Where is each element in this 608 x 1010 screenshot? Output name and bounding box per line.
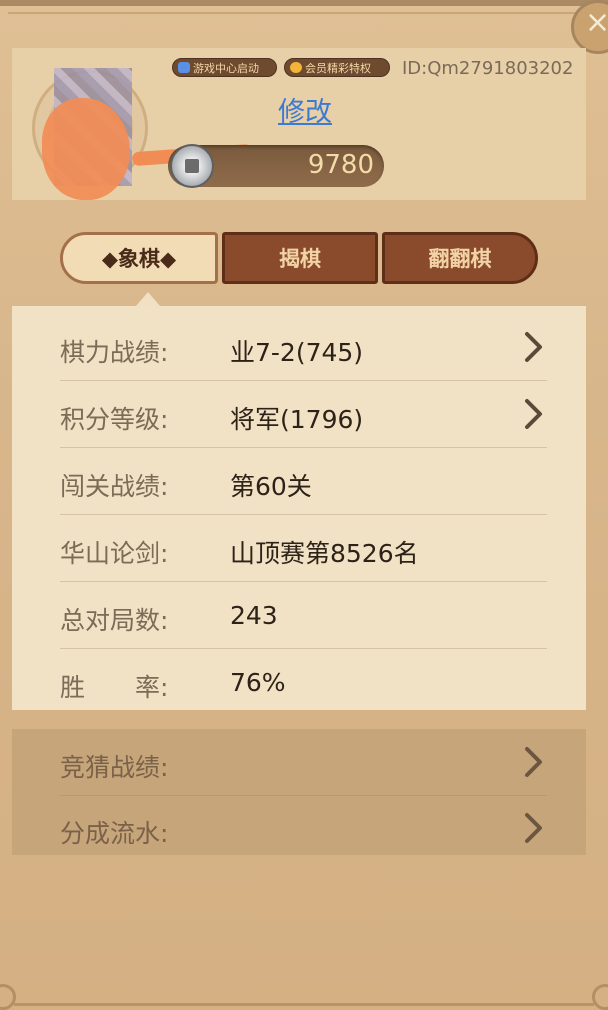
tab-fanfanqi[interactable]: 翻翻棋 [382,232,538,284]
stat-label: 棋力战绩: [60,338,169,367]
stat-label: 竞猜战绩: [60,753,169,782]
chevron-right-icon [525,813,542,843]
game-center-badge[interactable]: 游戏中心启动 [172,58,277,77]
tab-pointer [136,292,160,306]
edit-link[interactable]: 修改 [278,90,332,129]
stat-label: 积分等级: [60,405,169,434]
stat-row-revenue[interactable]: 分成流水: [60,795,547,862]
stat-row-total-games: 总对局数: 243 [60,582,547,649]
stat-label: 华山论剑: [60,539,169,568]
stat-value: 76% [230,668,286,697]
game-center-badge-label: 游戏中心启动 [193,62,259,75]
stat-label: 胜 率: [60,673,169,702]
chevron-right-icon [525,332,542,362]
stat-value: 业7-2(745) [230,338,364,367]
stat-label: 总对局数: [60,606,169,635]
stat-row-huashan: 华山论剑: 山顶赛第8526名 [60,515,547,582]
vip-privilege-badge-label: 会员精彩特权 [305,62,371,75]
stat-row-betting[interactable]: 竞猜战绩: [60,729,547,796]
stat-value: 243 [230,601,278,630]
tab-xiangqi[interactable]: ◆象棋◆ [60,232,218,284]
stat-row-rating[interactable]: 棋力战绩: 业7-2(745) [60,314,547,381]
stat-label: 闯关战绩: [60,472,169,501]
frame-bottom-line [14,1003,594,1006]
redaction-mark [42,98,130,200]
gamepad-icon [178,62,190,73]
stat-row-rank[interactable]: 积分等级: 将军(1796) [60,381,547,448]
extra-panel: 竞猜战绩: 分成流水: [12,729,586,855]
stat-value: 第60关 [230,472,312,501]
stat-value: 将军(1796) [230,405,364,434]
stat-label: 分成流水: [60,819,169,848]
tab-jieqi[interactable]: 揭棋 [222,232,378,284]
frame-divider [8,12,600,14]
coin-icon [170,144,214,188]
game-type-tabs: ◆象棋◆ 揭棋 翻翻棋 [58,232,540,284]
stat-row-win-rate: 胜 率: 76% [60,649,547,716]
chevron-right-icon [525,747,542,777]
user-id: ID:Qm2791803202 [402,58,574,79]
stat-row-stage: 闯关战绩: 第60关 [60,448,547,515]
chevron-right-icon [525,399,542,429]
vip-privilege-badge[interactable]: 会员精彩特权 [284,58,390,77]
stat-value: 山顶赛第8526名 [230,539,419,568]
close-icon: × [585,5,608,40]
vip-icon [290,62,302,73]
stats-panel: 棋力战绩: 业7-2(745) 积分等级: 将军(1796) 闯关战绩: 第60… [12,306,586,710]
coin-balance: 9780 [307,150,374,180]
